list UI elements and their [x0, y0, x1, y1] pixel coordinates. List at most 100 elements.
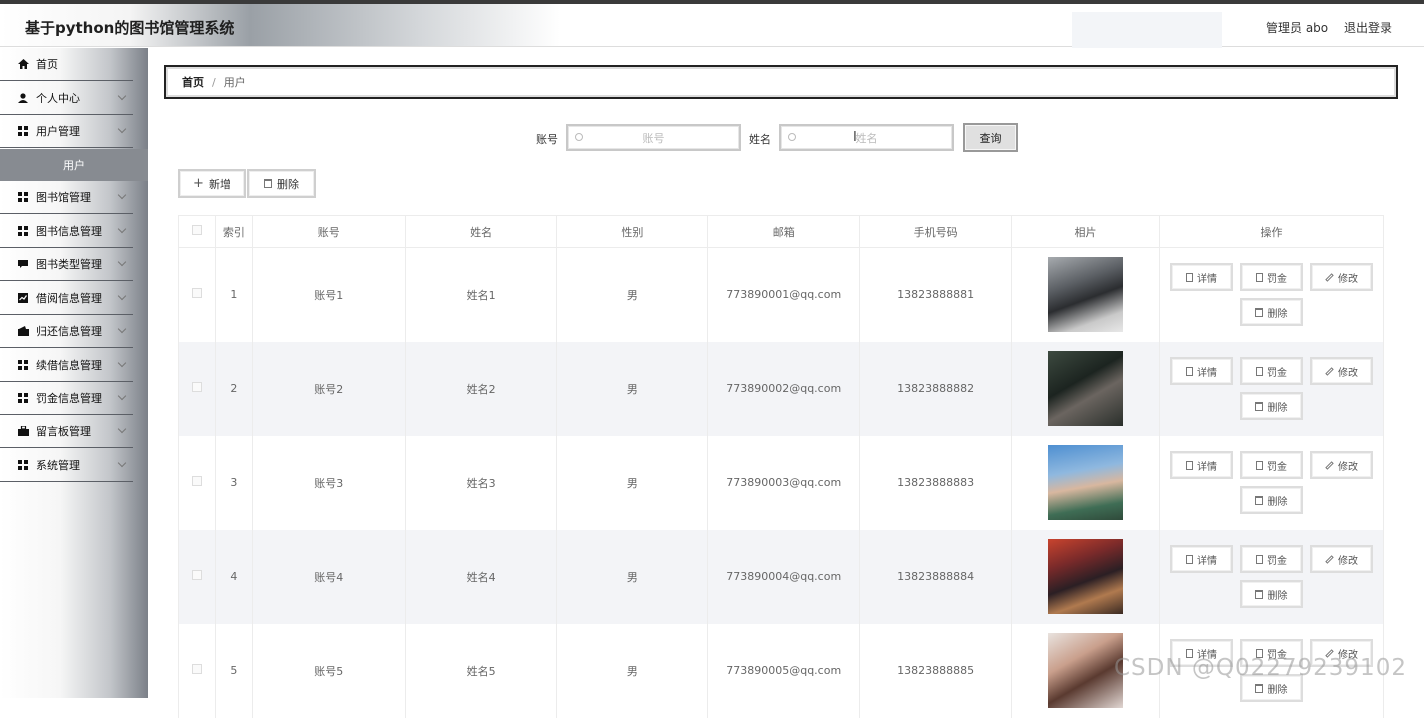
grid-icon [17, 191, 29, 203]
user-table: 索引 账号 姓名 性别 邮箱 手机号码 相片 操作 1 账号1 姓名1 男 77… [178, 215, 1385, 718]
row-select-cell[interactable] [178, 435, 216, 530]
sidebar-item-renew-info[interactable]: 续借信息管理 [0, 349, 133, 382]
sidebar-item-book-info[interactable]: 图书信息管理 [0, 215, 133, 248]
select-all-header[interactable] [178, 215, 216, 248]
gender-cell: 男 [556, 623, 709, 718]
detail-button[interactable]: 详情 [1169, 545, 1233, 573]
grid-icon [17, 225, 29, 237]
detail-button[interactable]: 详情 [1169, 263, 1233, 292]
sidebar-item-label: 首页 [36, 58, 58, 71]
email-cell: 773890004@qq.com [707, 529, 861, 624]
select-all-checkbox[interactable] [191, 225, 202, 235]
edit-button[interactable]: 修改 [1309, 545, 1373, 573]
pencil-icon [1325, 273, 1334, 282]
edit-button[interactable]: 修改 [1309, 357, 1373, 385]
delete-button[interactable]: 删除 [247, 169, 316, 198]
row-checkbox[interactable] [191, 288, 202, 299]
fine-button[interactable]: 罚金 [1239, 357, 1303, 385]
row-delete-button[interactable]: 删除 [1239, 298, 1303, 327]
sidebar-item-label: 续借信息管理 [36, 359, 102, 372]
edit-label: 修改 [1337, 555, 1358, 567]
detail-button[interactable]: 详情 [1169, 451, 1233, 479]
logout-link[interactable]: 退出登录 [1344, 19, 1392, 36]
fine-label: 罚金 [1266, 555, 1287, 567]
name-search-input[interactable]: 姓名 [779, 124, 954, 151]
sidebar-item-library-management[interactable]: 图书馆管理 [0, 181, 133, 214]
account-cell: 账号1 [251, 247, 406, 342]
sidebar-item-label: 归还信息管理 [36, 325, 102, 338]
chat-icon [17, 258, 29, 270]
row-checkbox[interactable] [191, 476, 202, 486]
index-cell: 2 [214, 341, 253, 436]
trash-icon [1255, 401, 1264, 411]
phone-cell: 13823888881 [859, 247, 1013, 342]
grid-icon [17, 459, 29, 471]
sidebar-item-fine-info[interactable]: 罚金信息管理 [0, 382, 133, 415]
row-checkbox[interactable] [191, 570, 202, 580]
name-cell: 姓名3 [404, 435, 558, 530]
chevron-down-icon [117, 458, 127, 468]
row-select-cell[interactable] [178, 247, 216, 342]
chevron-down-icon [117, 391, 127, 401]
row-checkbox[interactable] [191, 382, 202, 392]
sidebar-item-home[interactable]: 首页 [0, 48, 133, 81]
current-user[interactable]: 管理员 abo [1266, 19, 1328, 36]
row-delete-button[interactable]: 删除 [1239, 486, 1303, 514]
row-delete-button[interactable]: 删除 [1239, 392, 1303, 420]
phone-cell: 13823888885 [859, 623, 1013, 718]
chevron-down-icon [117, 190, 127, 200]
phone-cell: 13823888884 [859, 529, 1013, 624]
fine-button[interactable]: 罚金 [1239, 263, 1303, 292]
operations-cell: 详情 罚金 修改 删除 [1158, 435, 1385, 530]
account-cell: 账号4 [251, 529, 406, 624]
edit-button[interactable]: 修改 [1309, 263, 1373, 292]
user-photo [1048, 633, 1123, 708]
sidebar-item-label: 系统管理 [36, 459, 80, 472]
photo-cell [1011, 341, 1160, 436]
sidebar-item-book-type[interactable]: 图书类型管理 [0, 248, 133, 281]
detail-button[interactable]: 详情 [1169, 357, 1233, 385]
row-select-cell[interactable] [178, 341, 216, 436]
search-icon [788, 133, 796, 141]
name-placeholder: 姓名 [855, 131, 878, 145]
sidebar-item-user-management[interactable]: 用户管理 [0, 115, 133, 148]
document-icon [1255, 272, 1263, 282]
table-header-row: 索引 账号 姓名 性别 邮箱 手机号码 相片 操作 [178, 215, 1385, 248]
row-select-cell[interactable] [178, 529, 216, 624]
fine-button[interactable]: 罚金 [1239, 545, 1303, 573]
header-highlight [1072, 12, 1222, 48]
chevron-down-icon [117, 358, 127, 368]
chevron-down-icon [117, 291, 127, 301]
sidebar-item-return-info[interactable]: 归还信息管理 [0, 315, 133, 348]
document-icon [1255, 460, 1263, 470]
index-cell: 5 [214, 623, 253, 718]
email-cell: 773890001@qq.com [707, 247, 861, 342]
row-checkbox[interactable] [191, 664, 202, 674]
table-row: 3 账号3 姓名3 男 773890003@qq.com 13823888883… [178, 435, 1385, 530]
query-button[interactable]: 查询 [963, 123, 1018, 152]
pencil-icon [1325, 460, 1334, 470]
sidebar-subitem-users[interactable]: 用户 [0, 149, 148, 181]
account-search-input[interactable]: 账号 [566, 124, 741, 151]
edit-button[interactable]: 修改 [1309, 451, 1373, 479]
fine-button[interactable]: 罚金 [1239, 451, 1303, 479]
sidebar-item-system[interactable]: 系统管理 [0, 449, 133, 482]
app-title: 基于python的图书馆管理系统 [25, 19, 235, 37]
sidebar-item-profile[interactable]: 个人中心 [0, 82, 133, 115]
phone-cell: 13823888882 [859, 341, 1013, 436]
gender-cell: 男 [556, 529, 709, 624]
sidebar-item-label: 留言板管理 [36, 425, 91, 438]
index-cell: 4 [214, 529, 253, 624]
add-button[interactable]: + 新增 [178, 169, 246, 198]
sidebar-item-borrow-info[interactable]: 借阅信息管理 [0, 282, 133, 315]
edit-label: 修改 [1337, 273, 1358, 285]
column-header: 邮箱 [707, 215, 861, 248]
edit-label: 修改 [1337, 367, 1358, 379]
sidebar-item-message-board[interactable]: 留言板管理 [0, 415, 133, 448]
account-placeholder: 账号 [642, 131, 665, 145]
row-delete-button[interactable]: 删除 [1239, 580, 1303, 608]
delete-label: 删除 [1267, 684, 1288, 696]
breadcrumb-home[interactable]: 首页 [182, 74, 204, 90]
row-select-cell[interactable] [178, 623, 216, 718]
trash-icon [1255, 683, 1264, 693]
